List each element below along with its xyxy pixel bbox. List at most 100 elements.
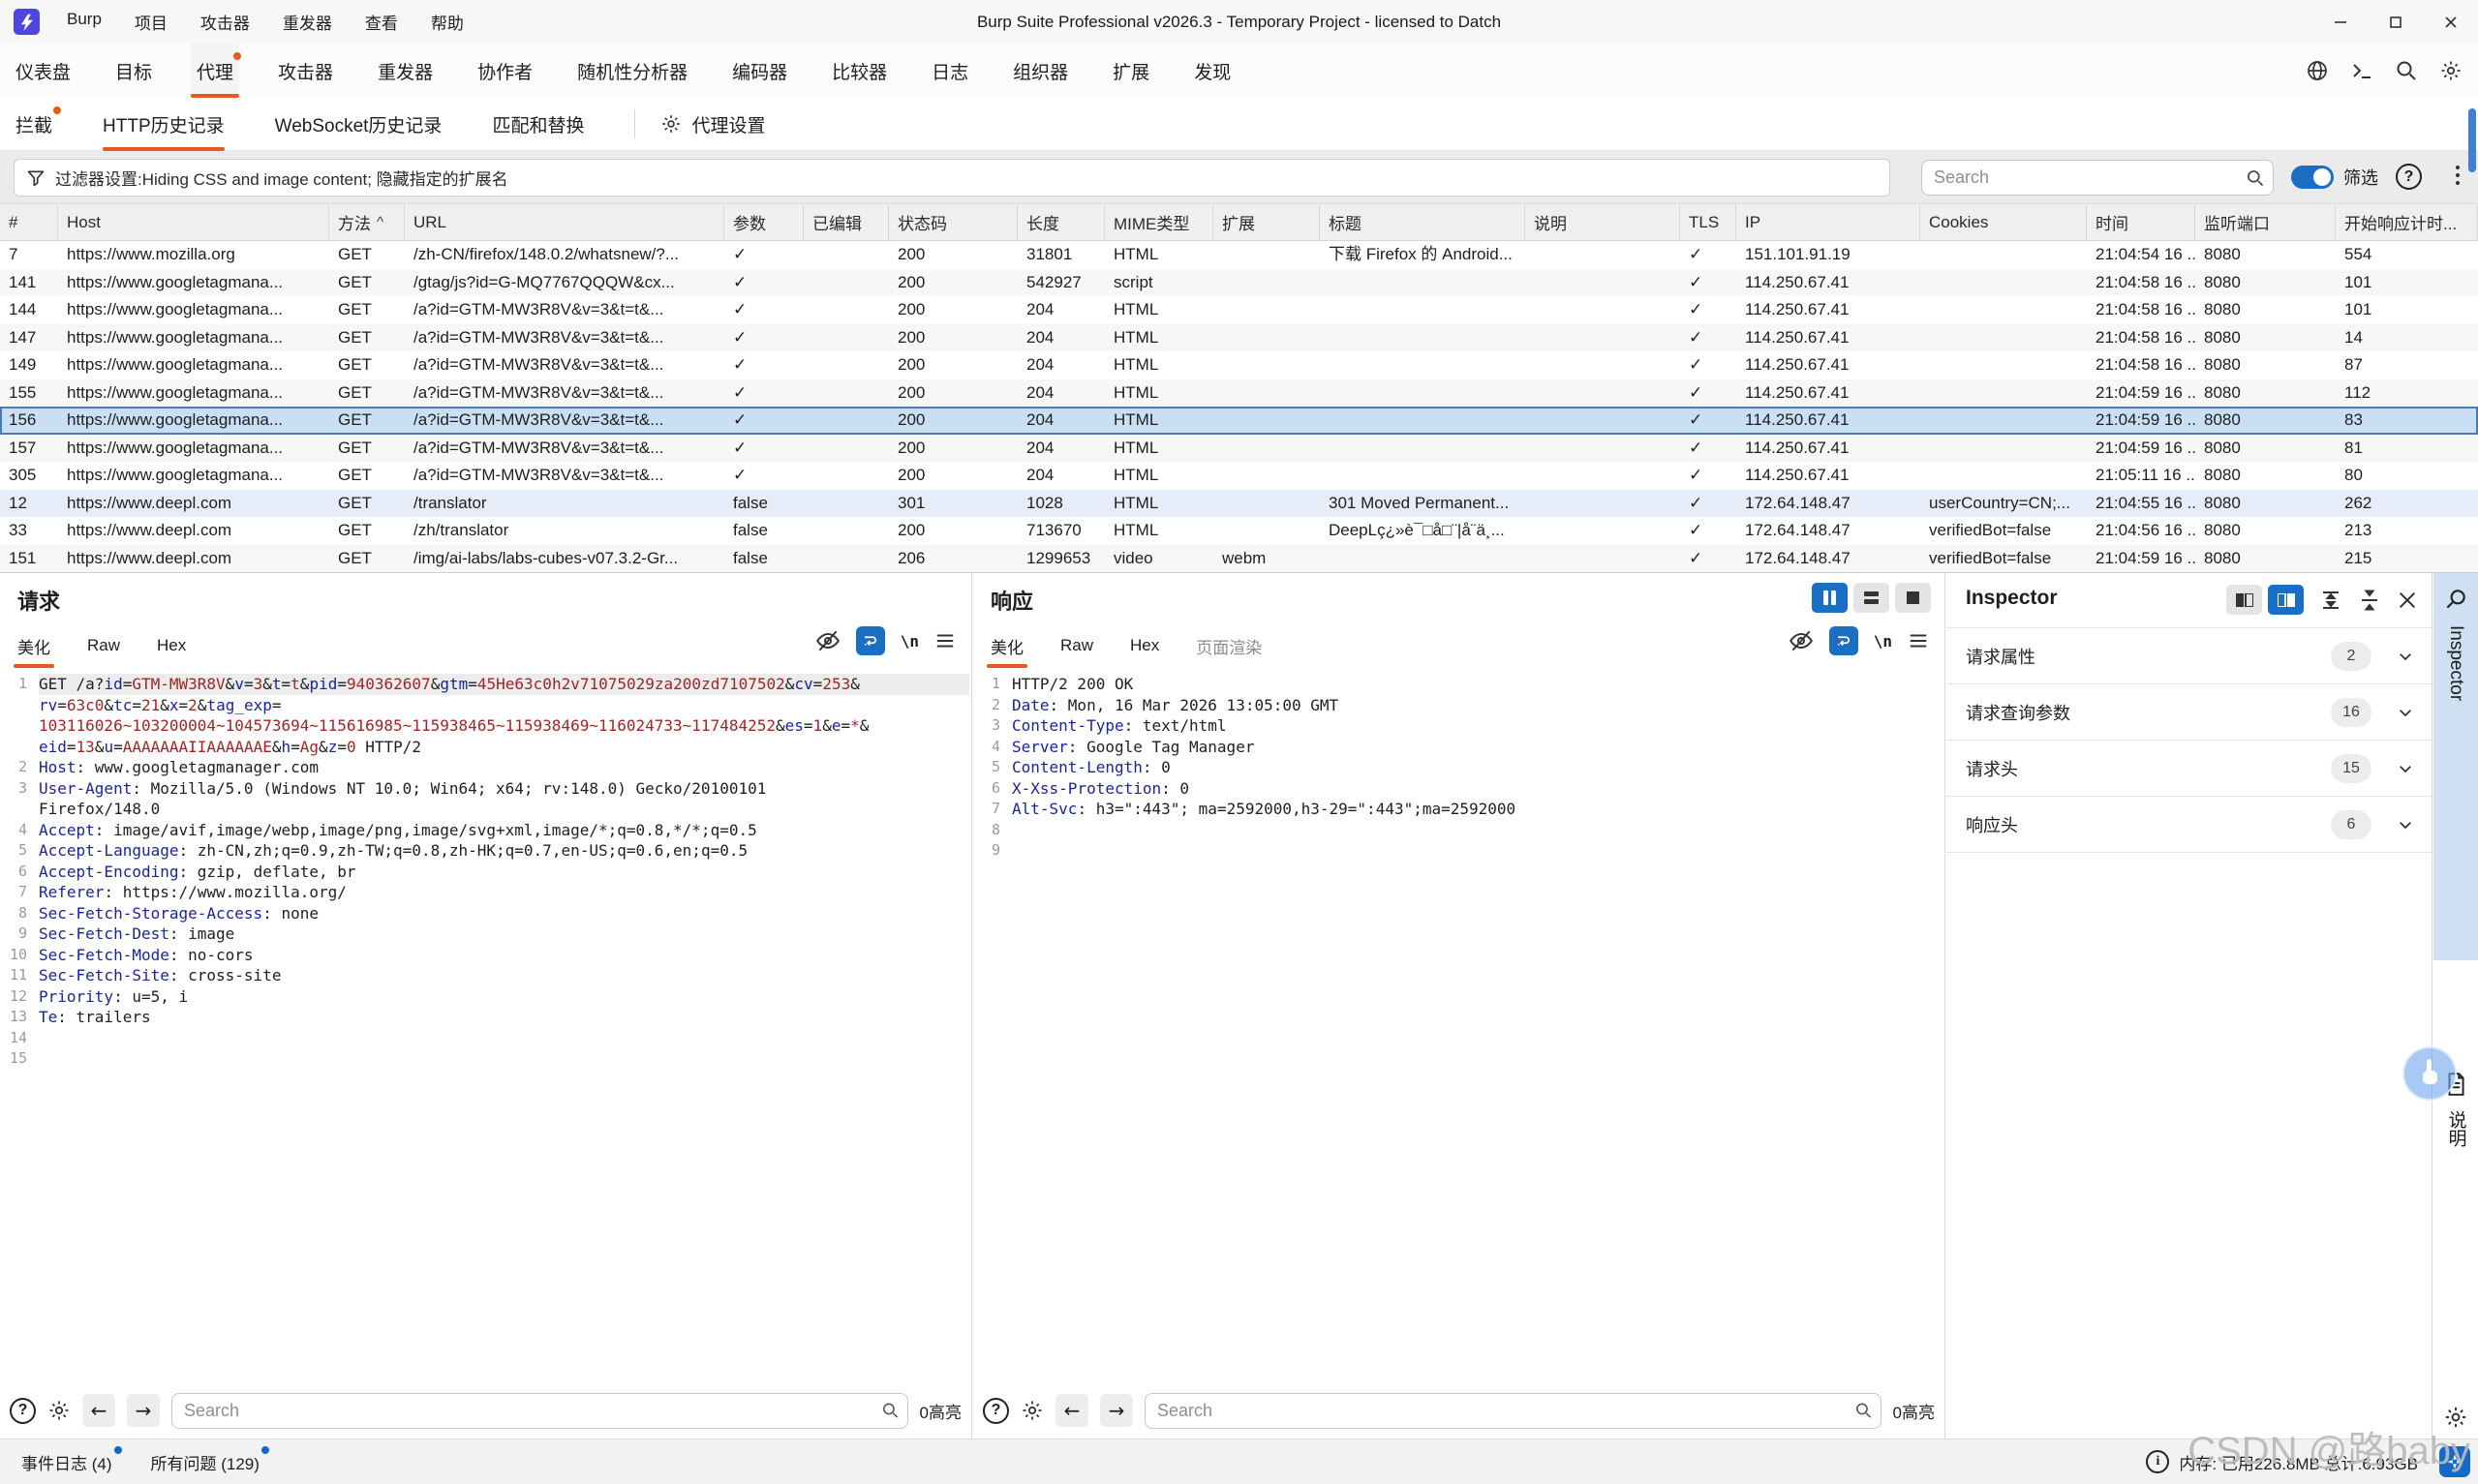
history-search-input[interactable] bbox=[1921, 160, 2274, 196]
search-icon[interactable] bbox=[1854, 1402, 1873, 1420]
more-menu-icon[interactable] bbox=[2456, 166, 2460, 185]
expand-all-icon[interactable] bbox=[2319, 589, 2342, 612]
proxy-settings-button[interactable]: 代理设置 bbox=[660, 111, 765, 137]
show-newlines-icon[interactable]: \n bbox=[901, 632, 919, 651]
menu-item-帮助[interactable]: 帮助 bbox=[431, 10, 464, 34]
column-header-ext[interactable]: 扩展 bbox=[1213, 204, 1320, 240]
scrollbar-thumb[interactable] bbox=[2468, 108, 2476, 172]
help-icon[interactable]: ? bbox=[2396, 164, 2422, 190]
main-tab[interactable]: 仪表盘 bbox=[15, 44, 71, 98]
column-header-num[interactable]: # bbox=[0, 204, 58, 240]
dock-left-icon[interactable] bbox=[2226, 585, 2262, 615]
column-header-mime[interactable]: MIME类型 bbox=[1105, 204, 1213, 240]
menu-item-项目[interactable]: 项目 bbox=[135, 10, 168, 34]
next-match-button[interactable]: → bbox=[1100, 1394, 1133, 1427]
all-issues-button[interactable]: 所有问题 (129) bbox=[151, 1450, 260, 1474]
inspector-section[interactable]: 响应头6 bbox=[1946, 797, 2432, 853]
column-header-cookies[interactable]: Cookies bbox=[1920, 204, 2087, 240]
column-header-port[interactable]: 监听端口 bbox=[2195, 204, 2336, 240]
sub-tab[interactable]: HTTP历史记录 bbox=[103, 98, 225, 151]
request-search-input[interactable] bbox=[171, 1393, 908, 1429]
column-header-tls[interactable]: TLS bbox=[1680, 204, 1736, 240]
inspector-section[interactable]: 请求属性2 bbox=[1946, 628, 2432, 684]
hamburger-menu-icon[interactable] bbox=[934, 630, 956, 651]
close-button[interactable] bbox=[2423, 0, 2478, 44]
column-header-title[interactable]: 标题 bbox=[1320, 204, 1525, 240]
menu-item-Burp[interactable]: Burp bbox=[67, 10, 102, 34]
side-tab-inspector[interactable]: Inspector bbox=[2433, 573, 2478, 960]
single-layout-icon[interactable] bbox=[1895, 583, 1931, 613]
column-header-note[interactable]: 说明 bbox=[1525, 204, 1680, 240]
close-icon[interactable] bbox=[2397, 590, 2418, 611]
sub-tab[interactable]: WebSocket历史记录 bbox=[275, 98, 443, 151]
table-row[interactable]: 305https://www.googletagmana...GET/a?id=… bbox=[0, 462, 2478, 490]
hamburger-menu-icon[interactable] bbox=[1908, 630, 1929, 651]
filter-settings-bar[interactable]: 过滤器设置:Hiding CSS and image content; 隐藏指定… bbox=[14, 159, 1890, 197]
table-row[interactable]: 151https://www.deepl.comGET/img/ai-labs/… bbox=[0, 545, 2478, 573]
main-tab[interactable]: 编码器 bbox=[732, 44, 787, 98]
word-wrap-icon[interactable] bbox=[1829, 626, 1858, 655]
response-tab[interactable]: Hex bbox=[1130, 623, 1159, 668]
main-tab[interactable]: 比较器 bbox=[832, 44, 887, 98]
eye-off-icon[interactable] bbox=[815, 628, 841, 653]
table-row[interactable]: 149https://www.googletagmana...GET/a?id=… bbox=[0, 351, 2478, 379]
table-row[interactable]: 12https://www.deepl.comGET/translatorfal… bbox=[0, 490, 2478, 518]
table-row[interactable]: 157https://www.googletagmana...GET/a?id=… bbox=[0, 435, 2478, 463]
menu-item-攻击器[interactable]: 攻击器 bbox=[200, 10, 250, 34]
dock-right-icon[interactable] bbox=[2268, 585, 2304, 615]
console-icon[interactable] bbox=[2350, 59, 2373, 82]
column-header-edited[interactable]: 已编辑 bbox=[804, 204, 889, 240]
rows-layout-icon[interactable] bbox=[1853, 583, 1889, 613]
table-row[interactable]: 7https://www.mozilla.orgGET/zh-CN/firefo… bbox=[0, 241, 2478, 269]
collapse-all-icon[interactable] bbox=[2358, 589, 2381, 612]
column-header-host[interactable]: Host bbox=[58, 204, 329, 240]
column-header-url[interactable]: URL bbox=[405, 204, 724, 240]
main-tab[interactable]: 随机性分析器 bbox=[577, 44, 688, 98]
word-wrap-icon[interactable] bbox=[856, 626, 885, 655]
table-row[interactable]: 141https://www.googletagmana...GET/gtag/… bbox=[0, 269, 2478, 297]
maximize-button[interactable] bbox=[2368, 0, 2423, 44]
minimize-button[interactable] bbox=[2312, 0, 2368, 44]
main-tab[interactable]: 发现 bbox=[1194, 44, 1231, 98]
event-log-button[interactable]: 事件日志 (4) bbox=[21, 1450, 112, 1474]
globe-icon[interactable] bbox=[2306, 59, 2329, 82]
main-tab[interactable]: 协作者 bbox=[477, 44, 533, 98]
table-row[interactable]: 33https://www.deepl.comGET/zh/translator… bbox=[0, 517, 2478, 545]
show-newlines-icon[interactable]: \n bbox=[1874, 632, 1892, 651]
menu-item-重发器[interactable]: 重发器 bbox=[283, 10, 332, 34]
response-tab[interactable]: Raw bbox=[1060, 623, 1093, 668]
main-tab[interactable]: 重发器 bbox=[378, 44, 433, 98]
search-icon[interactable] bbox=[2246, 168, 2265, 188]
request-tab[interactable]: Hex bbox=[157, 623, 186, 668]
main-tab[interactable]: 目标 bbox=[115, 44, 152, 98]
search-icon[interactable] bbox=[2395, 59, 2418, 82]
table-row[interactable]: 156https://www.googletagmana...GET/a?id=… bbox=[0, 407, 2478, 435]
main-tab[interactable]: 攻击器 bbox=[278, 44, 333, 98]
filter-toggle[interactable] bbox=[2291, 166, 2334, 189]
prev-match-button[interactable]: ← bbox=[1055, 1394, 1088, 1427]
request-tab[interactable]: 美化 bbox=[17, 623, 50, 668]
request-editor[interactable]: 1GET /a?id=GTM-MW3R8V&v=3&t=t&pid=940362… bbox=[0, 670, 969, 1383]
response-search-input[interactable] bbox=[1145, 1393, 1881, 1429]
response-tab[interactable]: 页面渲染 bbox=[1196, 623, 1262, 668]
gear-icon[interactable] bbox=[47, 1399, 71, 1422]
main-tab[interactable]: 日志 bbox=[932, 44, 968, 98]
main-tab[interactable]: 扩展 bbox=[1113, 44, 1149, 98]
response-tab[interactable]: 美化 bbox=[991, 623, 1024, 668]
menu-item-查看[interactable]: 查看 bbox=[365, 10, 398, 34]
help-icon[interactable]: ? bbox=[10, 1398, 36, 1424]
next-match-button[interactable]: → bbox=[127, 1394, 160, 1427]
inspector-section[interactable]: 请求查询参数16 bbox=[1946, 684, 2432, 741]
response-editor[interactable]: 1HTTP/2 200 OK2Date: Mon, 16 Mar 2026 13… bbox=[973, 670, 1943, 1383]
request-tab[interactable]: Raw bbox=[87, 623, 120, 668]
main-tab[interactable]: 组织器 bbox=[1013, 44, 1068, 98]
column-header-length[interactable]: 长度 bbox=[1018, 204, 1105, 240]
sub-tab[interactable]: 拦截 bbox=[15, 98, 52, 151]
column-header-method[interactable]: 方法^ bbox=[329, 204, 405, 240]
column-header-ip[interactable]: IP bbox=[1736, 204, 1920, 240]
info-icon[interactable]: i bbox=[2146, 1450, 2169, 1473]
column-header-status[interactable]: 状态码 bbox=[889, 204, 1018, 240]
main-tab[interactable]: 代理 bbox=[191, 44, 239, 98]
help-icon[interactable]: ? bbox=[983, 1398, 1009, 1424]
table-row[interactable]: 144https://www.googletagmana...GET/a?id=… bbox=[0, 296, 2478, 324]
